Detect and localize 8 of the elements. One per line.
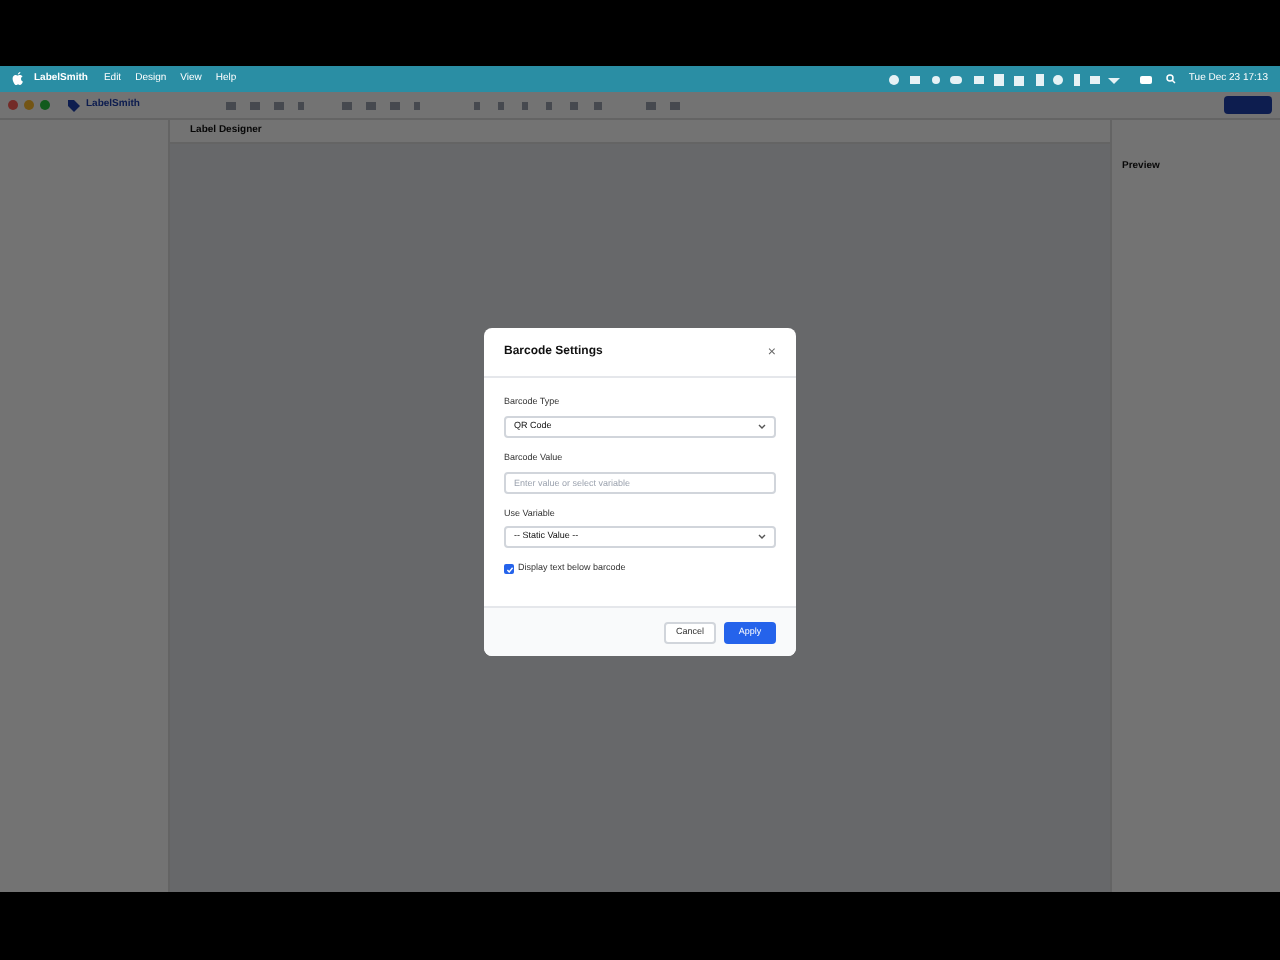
checkbox[interactable] bbox=[504, 564, 514, 575]
search-icon[interactable] bbox=[1166, 74, 1177, 84]
close-window-icon[interactable] bbox=[8, 100, 18, 110]
chevron-down-icon bbox=[758, 534, 766, 541]
chevron-down-icon bbox=[758, 423, 766, 430]
apple-logo-icon[interactable] bbox=[12, 72, 24, 86]
battery-icon[interactable] bbox=[1140, 75, 1155, 83]
tag-icon bbox=[68, 99, 80, 111]
